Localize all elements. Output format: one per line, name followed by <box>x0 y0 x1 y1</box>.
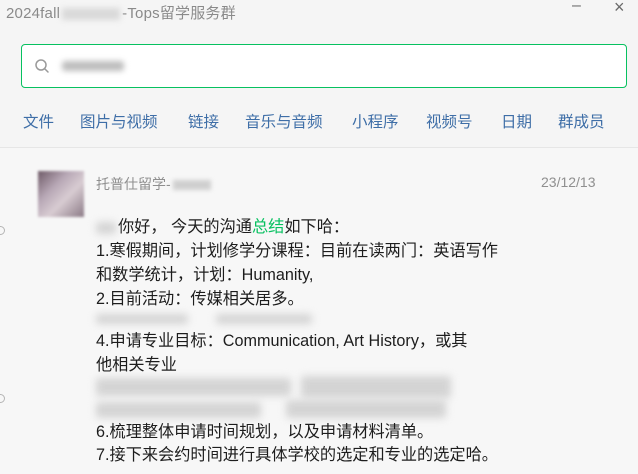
category-tabs: 文件 图片与视频 链接 音乐与音频 小程序 视频号 日期 群成员 <box>0 110 638 132</box>
redacted-line <box>96 378 291 396</box>
close-button[interactable]: × <box>614 0 625 16</box>
tab-files[interactable]: 文件 <box>23 110 54 132</box>
tab-links[interactable]: 链接 <box>188 110 219 132</box>
message-line-5: 4.申请专业目标：Communication, Art History，或其 <box>96 332 468 350</box>
redacted-search-text <box>62 61 124 71</box>
tab-mini-programs[interactable]: 小程序 <box>352 110 399 132</box>
window-title-prefix: 2024fall <box>6 5 61 22</box>
message-line-7: 6.梳理整体申请时间规划，以及申请材料清单。 <box>96 423 434 441</box>
tab-music-audio[interactable]: 音乐与音频 <box>245 110 323 132</box>
summary-highlight: 总结 <box>252 218 285 236</box>
redacted-line <box>216 314 312 324</box>
redacted-line <box>286 400 446 418</box>
tab-images-videos[interactable]: 图片与视频 <box>80 110 158 132</box>
sender-name-text: 托普仕留学- <box>96 176 171 192</box>
redacted-line <box>96 402 261 418</box>
avatar[interactable] <box>38 171 84 217</box>
tab-date[interactable]: 日期 <box>501 110 532 132</box>
line-1-post: 如下哈： <box>284 218 350 236</box>
message-line-8: 7.接下来会约时间进行具体学校的选定和专业的选定哈。 <box>96 446 498 464</box>
message-line-2: 1.寒假期间，计划修学分课程：目前在读两门：英语写作 <box>96 242 498 260</box>
search-icon <box>35 59 49 73</box>
redacted-line <box>96 314 188 324</box>
tab-channels[interactable]: 视频号 <box>426 110 473 132</box>
message-line-3: 和数学统计，计划：Humanity, <box>96 266 314 284</box>
tab-group-members[interactable]: 群成员 <box>558 110 605 132</box>
header-area: 2024fall -Tops留学服务群 – × 文件 图片与视频 链接 音乐与音频… <box>0 0 638 147</box>
sender-name: 托普仕留学- <box>96 174 211 194</box>
redacted-name <box>96 221 116 234</box>
message-line-1: 你好， 今天的沟通总结如下哈： <box>96 216 349 238</box>
minimize-button[interactable]: – <box>572 0 581 14</box>
message-line-6: 他相关专业 <box>96 356 177 374</box>
redacted-sender-segment <box>172 180 211 191</box>
message-time: 23/12/13 <box>541 174 596 190</box>
search-input[interactable] <box>21 44 627 88</box>
window-title: 2024fall -Tops留学服务群 <box>6 2 236 23</box>
redacted-line <box>301 376 451 398</box>
line-1-pre: 你好， 今天的沟通 <box>118 218 252 236</box>
window-title-suffix: -Tops留学服务群 <box>122 5 236 22</box>
message-line-4: 2.目前活动：传媒相关居多。 <box>96 290 304 308</box>
redacted-title-segment <box>62 8 121 21</box>
